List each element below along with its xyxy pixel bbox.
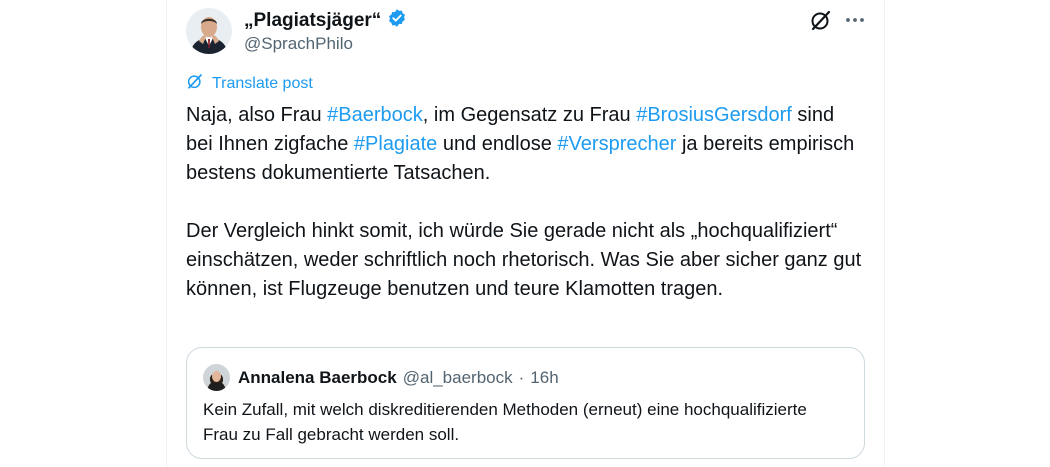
more-icon[interactable] <box>843 8 867 32</box>
quoted-post-header: Annalena Baerbock @al_baerbock · 16h <box>203 364 559 391</box>
translate-post-button[interactable]: Translate post <box>186 72 313 95</box>
post-text-segment: und endlose <box>437 133 558 155</box>
hashtag-link[interactable]: #Baerbock <box>327 104 423 126</box>
quoted-author-name[interactable]: Annalena Baerbock <box>238 368 397 388</box>
quoted-meta-separator: · <box>518 367 525 387</box>
quoted-post-text: Kein Zufall, mit welch diskreditierenden… <box>203 400 807 444</box>
grok-icon[interactable] <box>809 8 833 32</box>
post-detail-page: „Plagiatsjäger“ @SprachPhilo Translate p… <box>0 0 1050 467</box>
quoted-post-time[interactable]: 16h <box>530 368 558 388</box>
post-text-segment: Naja, also Frau <box>186 104 328 126</box>
translate-icon <box>186 72 204 95</box>
author-handle[interactable]: @SprachPhilo <box>244 34 353 54</box>
verified-badge-icon <box>387 8 407 34</box>
hashtag-link[interactable]: #Plagiate <box>354 133 437 155</box>
quoted-author-avatar[interactable] <box>203 364 230 391</box>
author-avatar[interactable] <box>186 8 232 54</box>
post-paragraph-2: Der Vergleich hinkt somit, ich würde Sie… <box>186 220 862 300</box>
quoted-post[interactable]: Annalena Baerbock @al_baerbock · 16h Kei… <box>186 347 865 459</box>
post-text-segment: , im Gegensatz zu Frau <box>422 104 637 126</box>
hashtag-link[interactable]: #Versprecher <box>557 133 676 155</box>
hashtag-link[interactable]: #BrosiusGersdorf <box>636 104 792 126</box>
post-paragraph-1: Naja, also Frau #Baerbock, im Gegensatz … <box>186 101 866 188</box>
translate-label[interactable]: Translate post <box>212 75 313 93</box>
quoted-author-handle[interactable]: @al_baerbock <box>403 368 513 388</box>
author-name[interactable]: „Plagiatsjäger“ <box>244 10 381 32</box>
author-name-row[interactable]: „Plagiatsjäger“ <box>244 8 407 34</box>
post-text: Naja, also Frau #Baerbock, im Gegensatz … <box>186 101 866 304</box>
